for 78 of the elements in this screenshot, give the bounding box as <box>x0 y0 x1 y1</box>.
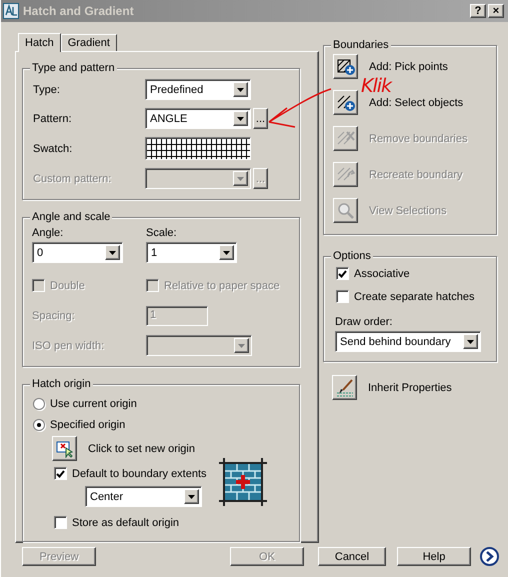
dropdown-field[interactable]: Predefined <box>145 79 251 100</box>
checkbox[interactable] <box>336 267 349 280</box>
caret-icon <box>223 250 230 254</box>
swatch-preview[interactable] <box>145 137 251 160</box>
field-label: Scale: <box>146 227 178 239</box>
button-label: View Selections <box>369 204 446 216</box>
tab[interactable]: Gradient <box>60 34 117 51</box>
origin-pick-icon <box>56 440 74 458</box>
caret-icon <box>237 116 244 120</box>
group-title: Hatch origin <box>30 378 93 391</box>
hatch-add-icon <box>336 93 356 112</box>
button-label: Click to set new origin <box>88 442 195 454</box>
caret-icon <box>188 494 195 498</box>
button-label: Add: Pick points <box>369 60 448 72</box>
field-label: Spacing: <box>32 310 75 322</box>
dropdown-field[interactable]: Send behind boundary <box>335 331 481 352</box>
arrow-circle-icon[interactable] <box>480 547 499 566</box>
field-label: ISO pen width: <box>32 340 104 352</box>
field-label: Type: <box>33 84 61 96</box>
dropdown-button[interactable] <box>105 245 120 260</box>
check-icon <box>338 270 347 278</box>
button-label: Remove boundaries <box>369 132 468 144</box>
dropdown-button[interactable] <box>463 334 478 349</box>
dropdown-button[interactable] <box>219 245 234 260</box>
caret-icon <box>467 340 474 344</box>
checkbox-label: Double <box>50 280 85 292</box>
dropdown-button[interactable] <box>184 489 199 504</box>
field-label: Custom pattern: <box>33 172 112 184</box>
checkbox-label: Associative <box>354 268 410 280</box>
checkbox-label: Relative to paper space <box>164 280 280 292</box>
caret-icon <box>238 344 245 348</box>
field-label: Draw order: <box>335 316 394 328</box>
check-icon <box>56 470 65 478</box>
dropdown-button[interactable] <box>233 111 248 126</box>
annotation-text: Klik <box>361 77 392 96</box>
inherit-button[interactable] <box>332 375 357 400</box>
checkbox-label: Store as default origin <box>72 516 180 528</box>
app-icon <box>3 3 19 19</box>
button-label: Add: Select objects <box>369 96 464 108</box>
dropdown-field[interactable]: 1 <box>146 242 237 263</box>
caret-icon <box>237 176 244 180</box>
window-title: Hatch and Gradient <box>23 4 135 18</box>
tab[interactable]: Hatch <box>18 33 61 52</box>
checkbox[interactable] <box>54 516 67 529</box>
dropdown-field[interactable]: Center <box>85 486 202 507</box>
button-label: Inherit Properties <box>368 382 452 394</box>
dialog-button[interactable]: Help <box>397 547 471 566</box>
browse-button[interactable]: ... <box>253 108 268 129</box>
boundary-button[interactable] <box>333 90 358 115</box>
checkbox[interactable] <box>54 467 67 480</box>
dropdown-field[interactable]: ANGLE <box>145 108 251 129</box>
radio-label: Specified origin <box>50 419 126 431</box>
group-title: Options <box>331 250 373 263</box>
radio-button[interactable] <box>33 398 45 410</box>
hatch-add-icon <box>336 57 356 76</box>
paintbrush-icon <box>334 378 354 398</box>
close-button[interactable]: × <box>488 4 504 18</box>
dropdown-button[interactable] <box>233 82 248 97</box>
checkbox[interactable] <box>336 290 349 303</box>
field-label: Angle: <box>32 227 64 239</box>
button-label: Recreate boundary <box>369 168 463 180</box>
group-title: Angle and scale <box>30 211 112 224</box>
radio-button[interactable] <box>33 419 45 431</box>
help-button[interactable]: ? <box>470 4 486 18</box>
radio-label: Use current origin <box>50 398 137 410</box>
dialog-button[interactable]: Cancel <box>318 547 386 566</box>
caret-icon <box>237 88 244 92</box>
pick-origin-button[interactable] <box>52 436 77 461</box>
magnifier-icon <box>336 202 354 220</box>
checkbox-label: Create separate hatches <box>354 290 474 302</box>
brick-wall-icon <box>218 458 267 506</box>
field-label: Pattern: <box>33 112 73 124</box>
field-label: Swatch: <box>33 142 74 154</box>
group-title: Type and pattern <box>30 62 117 75</box>
dropdown-field[interactable]: 0 <box>32 242 123 263</box>
checkbox-label: Default to boundary extents <box>72 468 207 480</box>
boundary-button[interactable] <box>333 54 358 79</box>
caret-icon <box>109 250 116 254</box>
